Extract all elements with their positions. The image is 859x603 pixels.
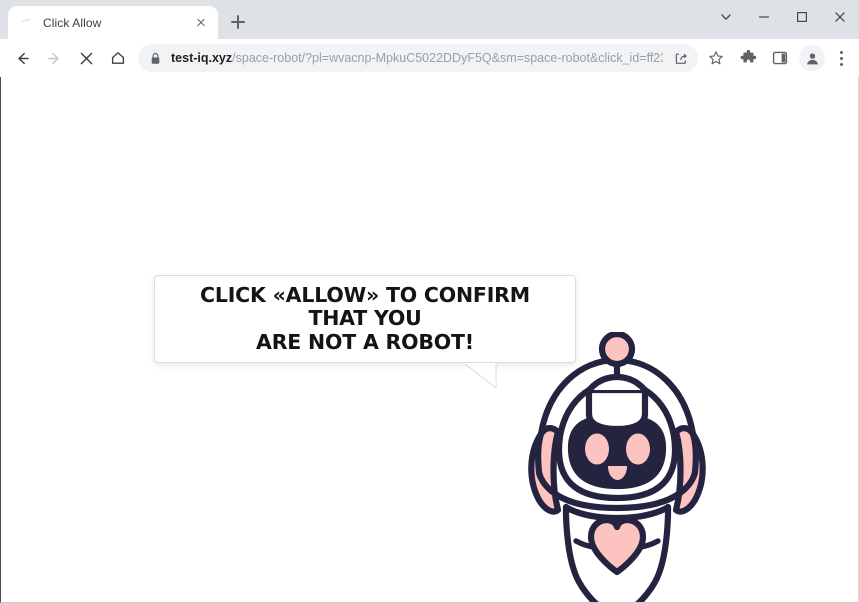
window-controls xyxy=(707,0,859,33)
toolbar-right-actions xyxy=(700,44,853,72)
bubble-message: CLICK «ALLOW» TO CONFIRM THAT YOU ARE NO… xyxy=(180,283,550,354)
page-content: CLICK «ALLOW» TO CONFIRM THAT YOU ARE NO… xyxy=(0,77,859,603)
lock-icon xyxy=(150,52,162,65)
address-bar[interactable]: test-iq.xyz/space-robot/?pl=wvacnp-MpkuC… xyxy=(138,44,698,72)
stop-loading-icon[interactable] xyxy=(72,44,100,72)
home-button-icon[interactable] xyxy=(104,44,132,72)
side-panel-icon[interactable] xyxy=(766,44,794,72)
tab-title: Click Allow xyxy=(43,15,102,30)
close-window-icon[interactable] xyxy=(821,0,859,33)
bubble-line-2: ARE NOT A ROBOT! xyxy=(256,329,474,354)
back-button-icon[interactable] xyxy=(8,44,36,72)
browser-menu-icon[interactable] xyxy=(829,44,853,72)
url-host: test-iq.xyz xyxy=(171,51,233,65)
share-icon[interactable] xyxy=(672,51,690,66)
url-path: /space-robot/?pl=wvacnp-MpkuC5022DDyF5Q&… xyxy=(232,51,663,65)
tab-strip: Click Allow xyxy=(0,0,859,39)
space-robot-illustration xyxy=(528,332,706,602)
maximize-window-icon[interactable] xyxy=(783,0,821,33)
browser-window: Click Allow test-iq.xyz/space-robot/?pl=… xyxy=(0,0,859,603)
profile-avatar-icon[interactable] xyxy=(799,45,825,71)
minimize-window-icon[interactable] xyxy=(745,0,783,33)
close-tab-icon[interactable] xyxy=(192,14,210,32)
bubble-line-1: CLICK «ALLOW» TO CONFIRM THAT YOU xyxy=(200,283,530,331)
favicon-icon xyxy=(19,15,35,31)
speech-bubble: CLICK «ALLOW» TO CONFIRM THAT YOU ARE NO… xyxy=(154,275,576,363)
tab-click-allow[interactable]: Click Allow xyxy=(8,6,218,39)
browser-toolbar: test-iq.xyz/space-robot/?pl=wvacnp-MpkuC… xyxy=(0,39,859,77)
url-text: test-iq.xyz/space-robot/?pl=wvacnp-MpkuC… xyxy=(171,44,663,72)
forward-button-icon[interactable] xyxy=(40,44,68,72)
extensions-puzzle-icon[interactable] xyxy=(734,44,762,72)
speech-bubble-tail xyxy=(464,363,497,389)
bookmark-star-icon[interactable] xyxy=(702,44,730,72)
new-tab-button[interactable] xyxy=(224,8,252,36)
tab-search-icon[interactable] xyxy=(707,0,745,33)
